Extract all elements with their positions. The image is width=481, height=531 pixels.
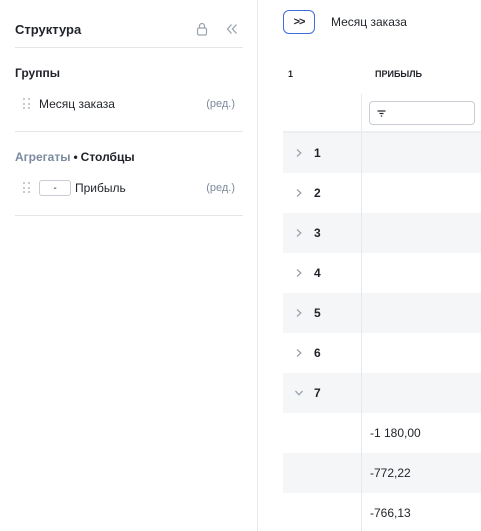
- grid-body: 1 2 3 4 5 6 7 -1 180,00 -772,22 -766,13: [283, 132, 481, 531]
- group-number: 2: [314, 186, 321, 200]
- group-item[interactable]: Месяц заказа (ред.): [15, 93, 243, 115]
- group-cell: [283, 493, 362, 531]
- group-row[interactable]: 3: [283, 213, 481, 253]
- aggregate-item-label: Прибыль: [75, 181, 126, 195]
- group-cell: 5: [283, 293, 362, 333]
- profit-cell: -772,22: [370, 466, 411, 480]
- group-cell: 1: [283, 133, 362, 173]
- drag-handle-icon[interactable]: [23, 98, 33, 110]
- chevron-right-icon[interactable]: [291, 145, 307, 161]
- group-row[interactable]: 1: [283, 133, 481, 173]
- aggregation-function-select[interactable]: -: [39, 180, 71, 196]
- column-header-group[interactable]: 1: [283, 69, 362, 79]
- filter-icon[interactable]: [377, 105, 386, 120]
- collapse-panel-icon[interactable]: [224, 21, 240, 37]
- lock-icon[interactable]: [194, 21, 210, 37]
- structure-panel: Структура Группы Месяц заказа (ред.) Агр: [0, 0, 258, 531]
- group-cell: 7: [283, 373, 362, 413]
- breadcrumb: Месяц заказа: [331, 15, 407, 29]
- aggregate-item[interactable]: - Прибыль (ред.): [15, 177, 243, 199]
- chevron-down-icon[interactable]: [291, 385, 307, 401]
- filter-cell-empty: [283, 94, 362, 131]
- group-cell: 3: [283, 213, 362, 253]
- filter-row: [283, 94, 481, 132]
- group-number: 5: [314, 306, 321, 320]
- table-row: -1 180,00: [283, 413, 481, 453]
- aggregate-edit-link[interactable]: (ред.): [206, 182, 235, 194]
- aggregates-label: Агрегаты: [15, 150, 71, 164]
- group-number: 6: [314, 346, 321, 360]
- chevron-right-icon[interactable]: [291, 305, 307, 321]
- group-cell: [283, 413, 362, 453]
- group-edit-link[interactable]: (ред.): [206, 98, 235, 110]
- group-number: 3: [314, 226, 321, 240]
- columns-label: Столбцы: [80, 150, 135, 164]
- chevron-right-icon[interactable]: [291, 185, 307, 201]
- structure-panel-header: Структура: [15, 18, 242, 40]
- group-item-label: Месяц заказа: [39, 97, 115, 111]
- group-number: 7: [314, 386, 321, 400]
- aggregates-section-title: Агрегаты • Столбцы: [15, 150, 135, 164]
- group-number: 4: [314, 266, 321, 280]
- group-row[interactable]: 4: [283, 253, 481, 293]
- group-row[interactable]: 5: [283, 293, 481, 333]
- chevron-right-icon[interactable]: [291, 265, 307, 281]
- group-cell: 2: [283, 173, 362, 213]
- group-cell: 4: [283, 253, 362, 293]
- table-row: -766,13: [283, 493, 481, 531]
- profit-cell: -766,13: [370, 506, 411, 520]
- table-row: -772,22: [283, 453, 481, 493]
- column-header-profit[interactable]: ПРИБЫЛЬ: [362, 69, 422, 79]
- drag-handle-icon[interactable]: [23, 182, 33, 194]
- groups-section-title: Группы: [15, 66, 60, 80]
- group-cell: 6: [283, 333, 362, 373]
- chevron-right-icon[interactable]: [291, 345, 307, 361]
- panel-header-actions: [194, 21, 240, 37]
- pivot-grid: 1 ПРИБЫЛЬ 1 2 3 4 5 6 7 -1 180,00 -772,22 -766,13: [283, 54, 481, 531]
- divider: [15, 47, 243, 48]
- divider: [15, 215, 243, 216]
- group-row[interactable]: 7: [283, 373, 481, 413]
- profit-cell: -1 180,00: [370, 426, 421, 440]
- expand-panel-button[interactable]: >>: [283, 10, 315, 34]
- profit-filter-input[interactable]: [369, 100, 475, 125]
- aggregates-separator: •: [73, 150, 78, 164]
- pivot-grid-panel: >> Месяц заказа 1 ПРИБЫЛЬ 1 2 3 4 5 6 7 -1 180,…: [283, 0, 481, 531]
- group-row[interactable]: 2: [283, 173, 481, 213]
- group-number: 1: [314, 146, 321, 160]
- panel-title: Структура: [15, 21, 82, 37]
- grid-header: 1 ПРИБЫЛЬ: [283, 54, 481, 94]
- divider: [15, 131, 243, 132]
- group-row[interactable]: 6: [283, 333, 481, 373]
- group-cell: [283, 453, 362, 493]
- chevron-right-icon[interactable]: [291, 225, 307, 241]
